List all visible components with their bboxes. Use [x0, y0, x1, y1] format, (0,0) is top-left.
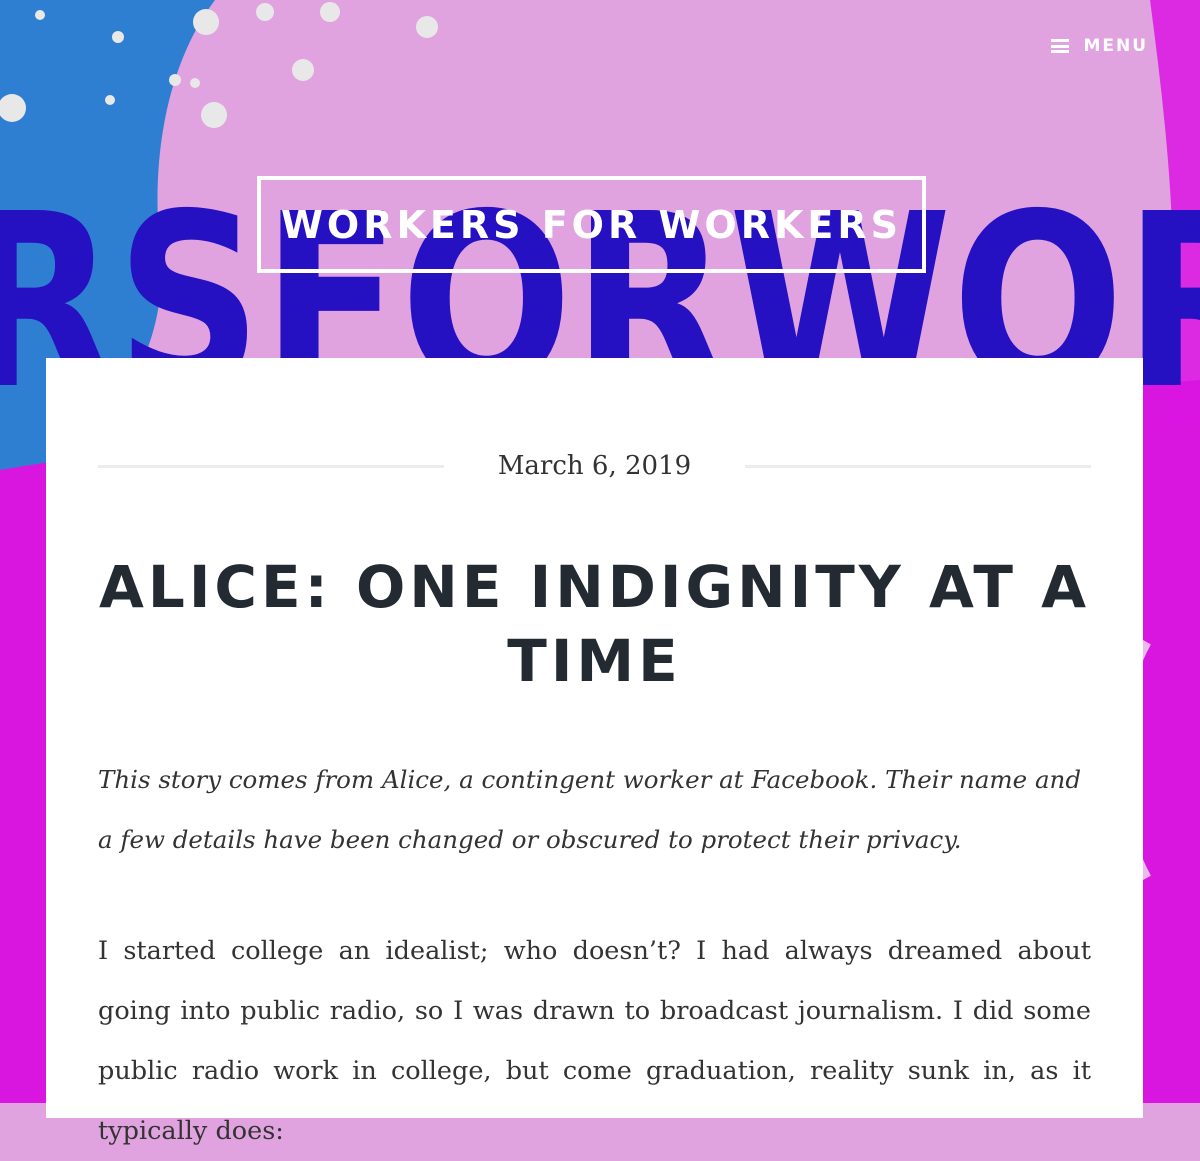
menu-label: MENU: [1083, 36, 1148, 56]
post-body-paragraph: I started college an idealist; who doesn…: [98, 936, 1091, 1146]
menu-button[interactable]: MENU: [1051, 36, 1148, 56]
post-date-row: March 6, 2019: [98, 446, 1091, 486]
post-card: March 6, 2019 ALICE: ONE INDIGNITY AT A …: [46, 358, 1143, 1146]
site-title: WORKERS FOR WORKERS: [280, 202, 902, 247]
date-divider-left: [98, 464, 444, 468]
hamburger-icon: [1051, 39, 1070, 53]
site-title-link[interactable]: WORKERS FOR WORKERS: [257, 176, 926, 273]
date-divider-right: [745, 464, 1091, 468]
post-title: ALICE: ONE INDIGNITY AT A TIME: [98, 553, 1090, 695]
post-date[interactable]: March 6, 2019: [444, 451, 745, 481]
post-intro: This story comes from Alice, a contingen…: [98, 765, 1082, 854]
